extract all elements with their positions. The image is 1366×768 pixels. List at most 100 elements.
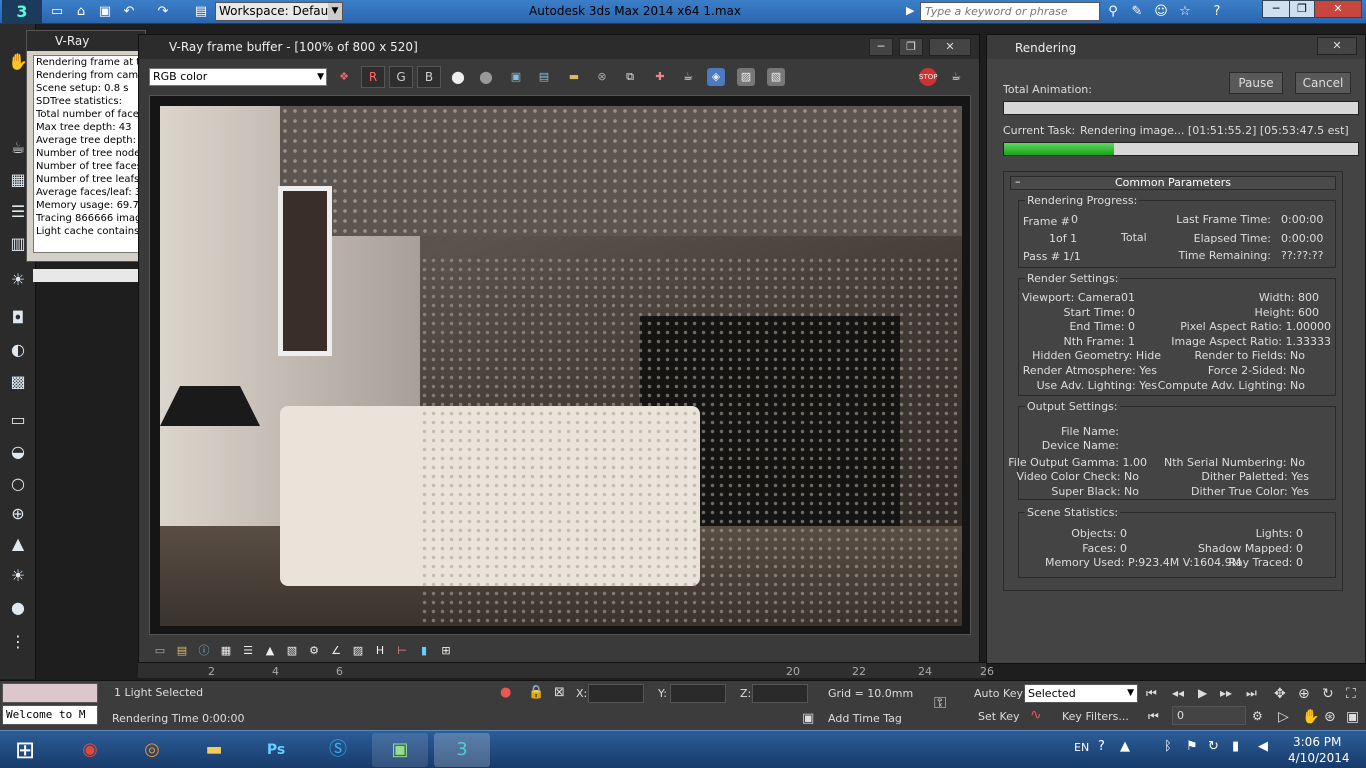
current-frame-input[interactable]: 0 (1172, 706, 1246, 725)
user-icon[interactable]: ☺ (1152, 3, 1170, 20)
bluetooth-icon[interactable]: ᛒ (1164, 739, 1172, 754)
sphere-icon[interactable]: ● (6, 596, 30, 620)
add-time-tag-button[interactable]: Add Time Tag (828, 712, 902, 725)
clock-time[interactable]: 3:06 PM (1293, 735, 1341, 749)
compare-icon[interactable]: ◈ (707, 68, 725, 86)
exposure-icon[interactable]: ▧ (283, 642, 301, 660)
cone-icon[interactable]: ▲ (6, 532, 30, 556)
photoshop-icon[interactable]: Ps (248, 733, 304, 767)
geosphere-icon[interactable]: ⊕ (6, 502, 30, 526)
sun-icon[interactable]: ☀ (6, 564, 30, 588)
transform-mode-icon[interactable]: ⊠ (554, 685, 565, 700)
min-max-toggle-icon[interactable]: ▣ (1346, 709, 1359, 725)
set-key-button[interactable]: Set Key (978, 710, 1020, 723)
ocio-icon[interactable]: ▮ (415, 642, 433, 660)
stop-icon[interactable]: STOP (919, 68, 937, 86)
pan-icon[interactable]: ✥ (1274, 686, 1286, 702)
undo-icon[interactable]: ↶ (120, 3, 138, 20)
history-icon[interactable]: ▧ (767, 68, 785, 86)
new-file-icon[interactable]: ▭ (48, 3, 66, 20)
redo-icon[interactable]: ↷ (154, 3, 172, 20)
clock-date[interactable]: 4/10/2014 (1288, 751, 1350, 765)
zoom-all-icon[interactable]: ⊕ (1298, 686, 1310, 702)
key-icon[interactable]: ⚿ (934, 693, 946, 713)
teapot-render-icon[interactable]: ☕ (679, 68, 697, 86)
workspace-dropdown[interactable]: Workspace: Default ▼ (215, 2, 343, 21)
white-circle-icon[interactable]: ● (449, 68, 467, 86)
dome-icon[interactable]: ◒ (6, 440, 30, 464)
save-file-icon[interactable]: ▣ (96, 3, 114, 20)
language-indicator[interactable]: EN (1074, 741, 1089, 754)
sphere-half-icon[interactable]: ◐ (6, 338, 30, 362)
channel-select[interactable]: RGB color ▼ (149, 68, 327, 86)
gray-circle-icon[interactable]: ● (477, 68, 495, 86)
app-logo-icon[interactable]: 3 (2, 0, 42, 24)
z-coord-input[interactable] (752, 684, 808, 703)
search-arrow-icon[interactable]: ▶ (906, 4, 914, 17)
sync-icon[interactable]: ↻ (1208, 739, 1219, 754)
search-input[interactable]: Type a keyword or phrase (920, 2, 1100, 21)
info-icon[interactable]: ⓘ (195, 642, 213, 660)
key-filters-button[interactable]: Key Filters... (1062, 710, 1129, 723)
clear-icon[interactable]: ⊗ (593, 68, 611, 86)
region-icon[interactable]: ✚ (651, 68, 669, 86)
box-icon[interactable]: ▭ (6, 408, 30, 432)
curve-list-icon[interactable]: ☰ (239, 642, 257, 660)
auto-key-button[interactable]: Auto Key (974, 687, 1023, 700)
render-canvas[interactable] (149, 95, 971, 635)
go-to-start-icon[interactable]: ⏮ (1146, 686, 1157, 701)
orbit-icon[interactable]: ↻ (1322, 686, 1334, 702)
3dsmax-taskbar-icon[interactable]: 3 (434, 733, 490, 767)
pause-button[interactable]: Pause (1229, 72, 1283, 94)
h-icon[interactable]: H (371, 642, 389, 660)
volume-icon[interactable]: ◀ (1258, 739, 1268, 754)
duplicate-icon[interactable]: ⧉ (621, 68, 639, 86)
maximize-button[interactable]: ❐ (1289, 0, 1315, 18)
flag-icon[interactable]: ⚑ (1186, 739, 1198, 754)
open-file-icon[interactable]: ⌂ (72, 3, 90, 20)
cancel-button[interactable]: Cancel (1295, 72, 1351, 94)
render-teapot-icon[interactable]: ☕ (947, 68, 965, 86)
settings-icon[interactable]: ⚙ (305, 642, 323, 660)
minimize-button[interactable]: ─ (1262, 0, 1290, 18)
timeline-ruler[interactable]: 2 4 6 20 22 24 26 (138, 662, 994, 678)
previous-frame-icon[interactable]: ◂◂ (1172, 686, 1184, 700)
blue-channel-button[interactable]: B (417, 66, 441, 88)
x-coord-input[interactable] (588, 684, 644, 703)
ab-compare-icon[interactable]: ▨ (737, 68, 755, 86)
y-coord-input[interactable] (670, 684, 726, 703)
horizontal-scrollbar[interactable] (33, 269, 143, 282)
start-button[interactable]: ⊞ (0, 733, 50, 767)
help-tray-icon[interactable]: ? (1098, 739, 1105, 754)
field-of-view-icon[interactable]: ▷ (1278, 709, 1289, 725)
levels-icon[interactable]: ▦ (217, 642, 235, 660)
maxscript-listener-pink[interactable] (2, 683, 98, 703)
histogram-icon[interactable]: ▲ (261, 642, 279, 660)
common-parameters-rollout[interactable]: – Common Parameters (1010, 176, 1336, 190)
project-folder-icon[interactable]: ▤ (192, 3, 210, 20)
chrome-icon[interactable]: ◉ (62, 733, 118, 767)
key-mode-icon[interactable]: ⏮ (1148, 709, 1159, 724)
srgb-icon[interactable]: ▨ (349, 642, 367, 660)
fb-close-button[interactable]: ✕ (929, 38, 971, 56)
hand-pan-icon[interactable]: ✋ (1302, 709, 1319, 725)
light-bulb-icon[interactable]: ☀ (6, 268, 30, 292)
camera-icon[interactable]: ◘ (6, 306, 30, 330)
tools-icon[interactable]: ✎ (1128, 3, 1146, 20)
monitor-app-icon[interactable]: ▣ (372, 733, 428, 767)
next-frame-icon[interactable]: ▸▸ (1220, 686, 1232, 700)
go-to-end-icon[interactable]: ⏭ (1246, 686, 1257, 701)
time-config-icon[interactable]: ⚙ (1252, 709, 1263, 723)
key-filter-select[interactable]: Selected ▼ (1024, 684, 1138, 703)
correction-icon[interactable]: ▤ (173, 642, 191, 660)
lock-icon[interactable]: 🔒 (528, 685, 544, 700)
circle-icon[interactable]: ○ (6, 472, 30, 496)
time-tag-icon[interactable]: ▣ (802, 711, 814, 726)
explorer-icon[interactable]: ▬ (186, 733, 242, 767)
favorites-icon[interactable]: ☆ (1176, 3, 1194, 20)
grid-icon[interactable]: ⋮ (6, 630, 30, 654)
help-icon[interactable]: ? (1208, 3, 1226, 20)
play-icon[interactable]: ▶ (1198, 686, 1207, 700)
walk-icon[interactable]: ⊛ (1324, 709, 1336, 725)
lut-icon[interactable]: ⊢ (393, 642, 411, 660)
